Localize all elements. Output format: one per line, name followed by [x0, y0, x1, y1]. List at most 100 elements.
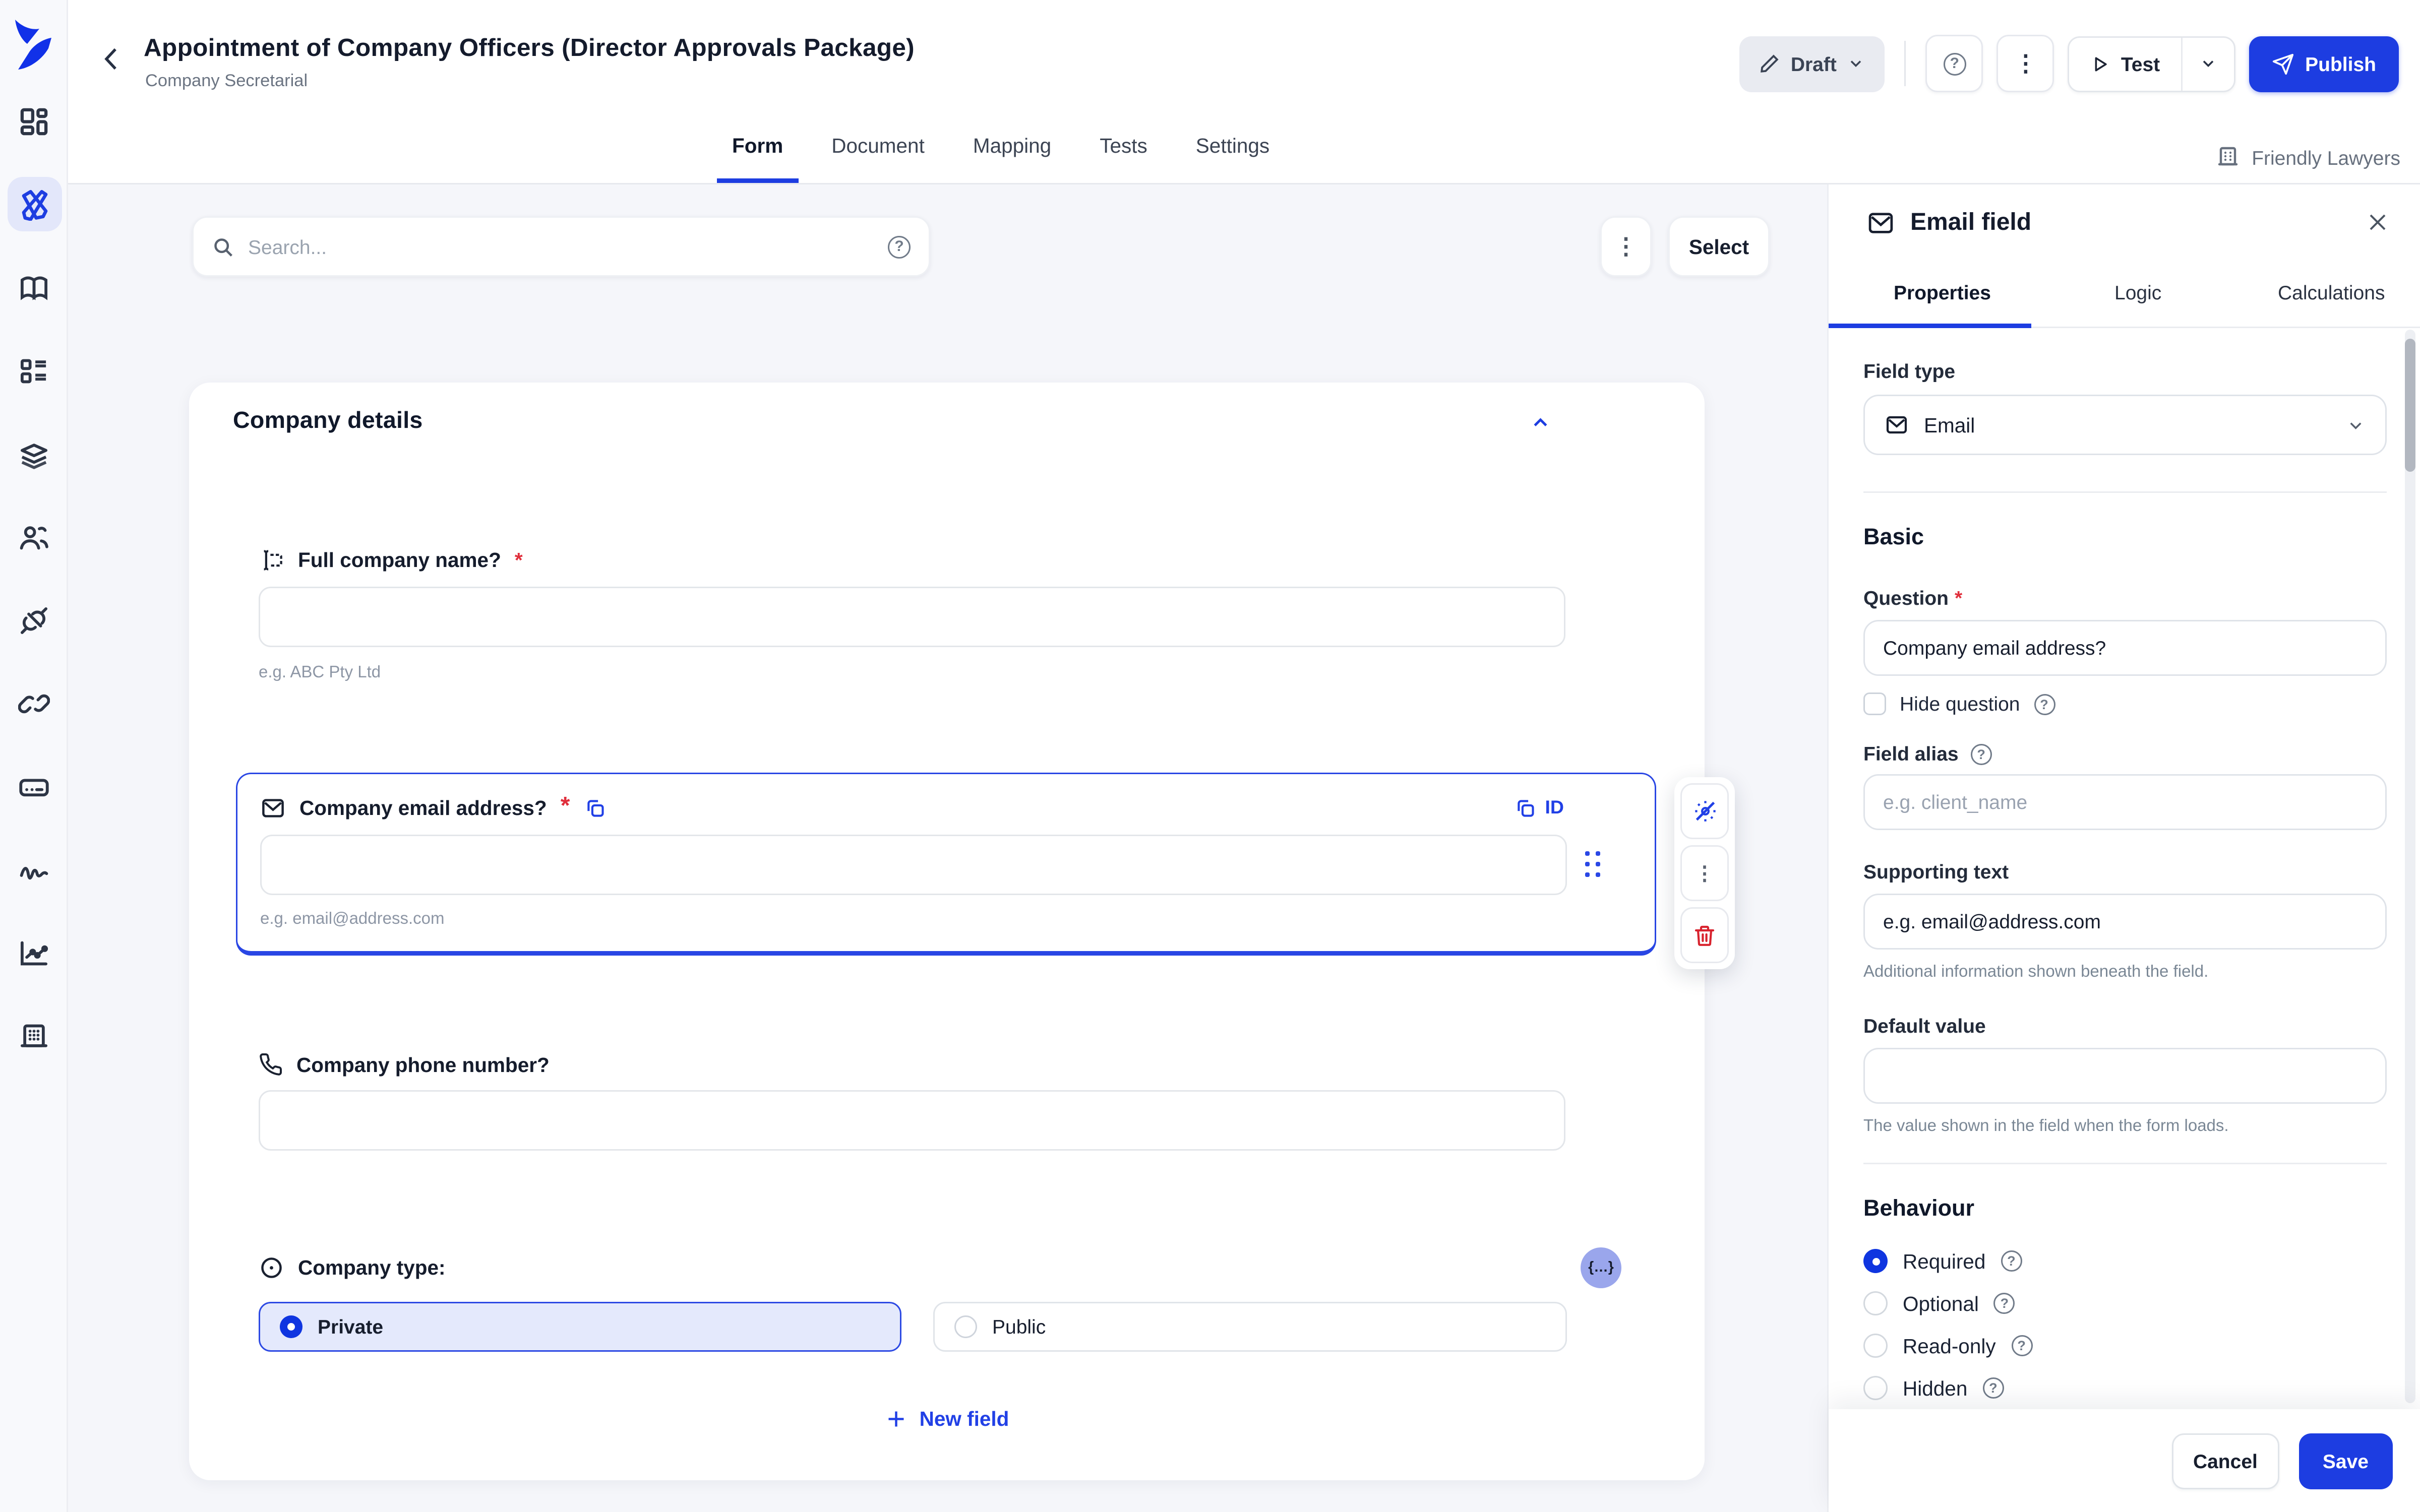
properties-panel: Email field Properties Logic Calculation…	[1827, 184, 2420, 1512]
tab-label: Settings	[1196, 135, 1269, 157]
search-input[interactable]	[248, 235, 874, 258]
sidebar-item-matters[interactable]	[7, 426, 62, 481]
field-company-phone[interactable]: Company phone number?	[259, 1052, 1661, 1151]
field-floating-toolbar: ⋮	[1674, 777, 1735, 969]
scrollbar-thumb[interactable]	[2405, 339, 2415, 472]
publish-button[interactable]: Publish	[2249, 36, 2399, 92]
default-value-label: Default value	[1863, 1015, 2385, 1037]
company-email-input[interactable]	[260, 835, 1567, 895]
supporting-text-input[interactable]	[1863, 894, 2387, 950]
active-tab-underline	[1829, 324, 2031, 328]
default-value-input[interactable]	[1863, 1048, 2387, 1104]
supporting-text-label: Supporting text	[1863, 860, 2385, 883]
sidebar-item-library[interactable]	[7, 260, 62, 314]
field-settings-disabled-button[interactable]	[1680, 783, 1729, 839]
app-logo[interactable]	[14, 20, 53, 71]
field-helper-text: e.g. ABC Pty Ltd	[259, 664, 1661, 682]
company-phone-input[interactable]	[259, 1090, 1565, 1151]
copy-question-icon[interactable]	[583, 796, 606, 819]
card-icon	[18, 771, 50, 802]
option-public[interactable]: Public	[933, 1302, 1567, 1352]
tab-document[interactable]: Document	[828, 132, 928, 183]
panel-tab-properties[interactable]: Properties	[1894, 281, 1991, 304]
field-more-button[interactable]: ⋮	[1680, 845, 1729, 901]
radio-field-icon	[259, 1255, 284, 1281]
field-alias-input[interactable]	[1863, 774, 2387, 830]
tab-settings[interactable]: Settings	[1193, 132, 1273, 183]
checkbox-unchecked-icon[interactable]	[1863, 692, 1886, 715]
sidebar-item-integrations[interactable]	[7, 593, 62, 647]
tab-mapping[interactable]: Mapping	[970, 132, 1054, 183]
sidebar-item-organisation[interactable]	[7, 1009, 62, 1063]
radio-label: Read-only	[1903, 1335, 1996, 1357]
option-private[interactable]: Private	[259, 1302, 901, 1352]
help-icon: ?	[1994, 1293, 2015, 1314]
users-icon	[18, 521, 50, 553]
section-header: Company details	[233, 408, 1661, 435]
signature-icon	[18, 854, 50, 886]
canvas-more-button[interactable]: ⋮	[1600, 216, 1652, 277]
draft-label: Draft	[1791, 52, 1837, 75]
workspace-switcher[interactable]: Friendly Lawyers	[2215, 145, 2400, 169]
sidebar-item-users[interactable]	[7, 510, 62, 564]
field-company-email-selected[interactable]: Company email address? * ID e.g. email@a…	[236, 773, 1656, 956]
field-company-type[interactable]: Company type: {…} Private Public	[259, 1247, 1661, 1352]
radio-unselected-icon	[1863, 1291, 1888, 1315]
logic-applied-badge[interactable]: {…}	[1581, 1247, 1621, 1288]
panel-scroll-area: Field type Email Basic Question * Hide q…	[1829, 330, 2420, 1403]
sidebar-item-forms[interactable]	[7, 343, 62, 398]
radio-label: Optional	[1903, 1292, 1979, 1315]
behaviour-hidden[interactable]: Hidden ?	[1863, 1376, 2385, 1400]
save-button[interactable]: Save	[2298, 1433, 2393, 1489]
panel-footer: Cancel Save	[1829, 1409, 2420, 1512]
test-dropdown-button[interactable]	[2181, 37, 2234, 90]
close-panel-button[interactable]	[2366, 209, 2393, 236]
full-company-name-input[interactable]	[259, 587, 1565, 647]
tab-tests[interactable]: Tests	[1097, 132, 1151, 183]
panel-tab-calculations[interactable]: Calculations	[2278, 281, 2385, 304]
sidebar-item-dashboard[interactable]	[7, 94, 62, 148]
sidebar-item-connections[interactable]	[7, 676, 62, 730]
field-id-label[interactable]: ID	[1545, 797, 1564, 818]
main-tabs: Form Document Mapping Tests Settings	[729, 132, 1273, 183]
email-icon	[1885, 413, 1909, 437]
behaviour-optional[interactable]: Optional ?	[1863, 1291, 2385, 1315]
field-full-company-name[interactable]: Full company name? * e.g. ABC Pty Ltd	[259, 547, 1661, 682]
tab-form[interactable]: Form	[729, 132, 786, 183]
draft-status-button[interactable]: Draft	[1739, 36, 1885, 92]
panel-tab-logic[interactable]: Logic	[2114, 281, 2161, 304]
behaviour-read-only[interactable]: Read-only ?	[1863, 1334, 2385, 1358]
field-type-select[interactable]: Email	[1863, 395, 2387, 455]
publish-label: Publish	[2305, 52, 2376, 75]
field-label-row: Company email address? * ID	[260, 794, 1632, 821]
email-icon	[1866, 209, 1895, 237]
help-icon: ?	[1982, 1377, 2004, 1399]
select-mode-button[interactable]: Select	[1668, 216, 1770, 277]
cancel-button[interactable]: Cancel	[2172, 1433, 2279, 1489]
field-delete-button[interactable]	[1680, 907, 1729, 963]
tab-label: Tests	[1100, 135, 1147, 157]
save-label: Save	[2323, 1450, 2369, 1472]
sidebar-item-signatures[interactable]	[7, 842, 62, 897]
test-button[interactable]: Test	[2070, 37, 2181, 90]
copy-id-icon[interactable]	[1514, 796, 1536, 819]
new-field-button[interactable]: New field	[885, 1408, 1009, 1430]
sidebar-item-analytics[interactable]	[7, 925, 62, 980]
sidebar-item-billing[interactable]	[7, 759, 62, 813]
email-icon	[260, 795, 286, 821]
header-more-button[interactable]: ⋮	[1997, 35, 2054, 92]
field-input-row	[260, 835, 1632, 895]
question-input[interactable]	[1863, 620, 2387, 676]
drag-handle-icon[interactable]	[1585, 851, 1602, 878]
hide-question-checkbox-row[interactable]: Hide question ?	[1863, 692, 2385, 715]
behaviour-required[interactable]: Required ?	[1863, 1249, 2385, 1273]
back-button[interactable]	[95, 39, 135, 79]
chevron-down-icon	[2346, 415, 2366, 435]
field-label: Company email address?	[299, 796, 547, 819]
gear-slash-icon	[1692, 798, 1718, 824]
help-button[interactable]: ?	[1926, 35, 1983, 92]
collapse-section-button[interactable]	[1529, 411, 1552, 433]
sidebar-item-builder[interactable]	[7, 177, 62, 231]
layers-icon	[18, 438, 50, 470]
help-icon: ?	[2001, 1250, 2022, 1272]
